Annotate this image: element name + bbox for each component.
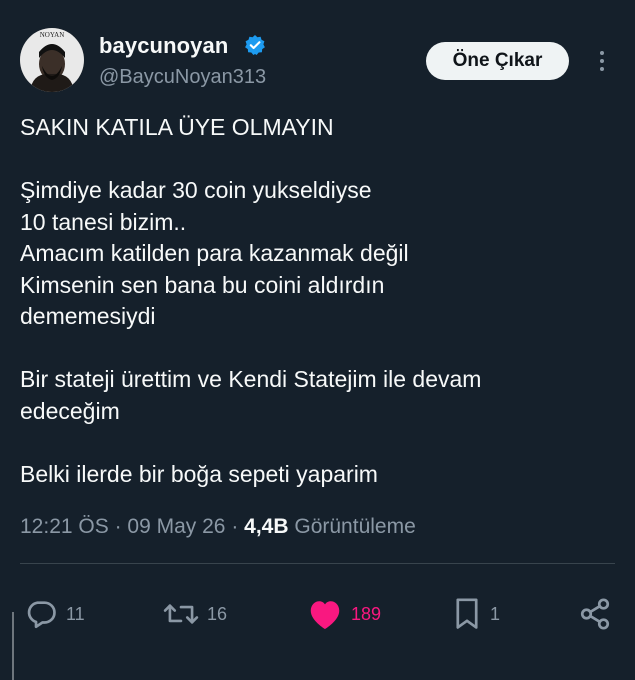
avatar-image: NOYAN [20,28,84,92]
author-display-name[interactable]: baycunoyan [99,33,228,59]
avatar[interactable]: NOYAN [20,28,84,92]
tweet-paragraph: Bir stateji ürettim ve Kendi Statejim il… [20,366,482,424]
subscribe-button[interactable]: Öne Çıkar [426,42,569,80]
views-label: Görüntüleme [294,515,416,538]
more-options-icon[interactable] [594,48,610,76]
bookmark-icon [456,598,478,629]
tweet-card: NOYAN baycunoyan @BaycuNoyan313 Öne Çıka… [0,0,635,680]
meta-separator: · [114,515,122,538]
like-button[interactable]: 189 [307,594,381,634]
bookmark-count: 1 [490,603,501,624]
reply-button[interactable]: 11 [24,594,85,634]
bookmark-button[interactable]: 1 [452,594,500,634]
tweet-paragraph: Belki ilerde bir boğa sepeti yaparim [20,460,378,487]
reply-icon [27,601,56,629]
divider [20,563,615,564]
tweet-date[interactable]: 09 May 26 [127,515,225,538]
tweet-paragraph: SAKIN KATILA ÜYE OLMAYIN [20,114,334,140]
author-handle[interactable]: @BaycuNoyan313 [99,66,266,89]
action-bar: 11 16 189 1 [0,594,635,634]
meta-separator: · [231,515,239,538]
share-icon [580,598,610,630]
avatar-logo-text: NOYAN [40,31,65,39]
views-count: 4,4B [244,515,289,538]
retweet-count: 16 [207,603,228,624]
retweet-button[interactable]: 16 [163,594,227,634]
tweet-time[interactable]: 12:21 ÖS [20,515,109,538]
tweet-meta: 12:21 ÖS · 09 May 26 · 4,4B Görüntüleme [20,515,416,539]
tweet-text: SAKIN KATILA ÜYE OLMAYIN Şimdiye kadar 3… [20,112,620,490]
thread-line [12,612,14,680]
like-count: 189 [351,603,382,624]
tweet-paragraph: Şimdiye kadar 30 coin yukseldiyse 10 tan… [20,177,409,329]
reply-count: 11 [66,603,85,624]
share-button[interactable] [578,594,612,634]
verified-badge-icon[interactable] [244,34,266,56]
heart-icon [310,601,340,629]
retweet-icon [163,604,199,624]
